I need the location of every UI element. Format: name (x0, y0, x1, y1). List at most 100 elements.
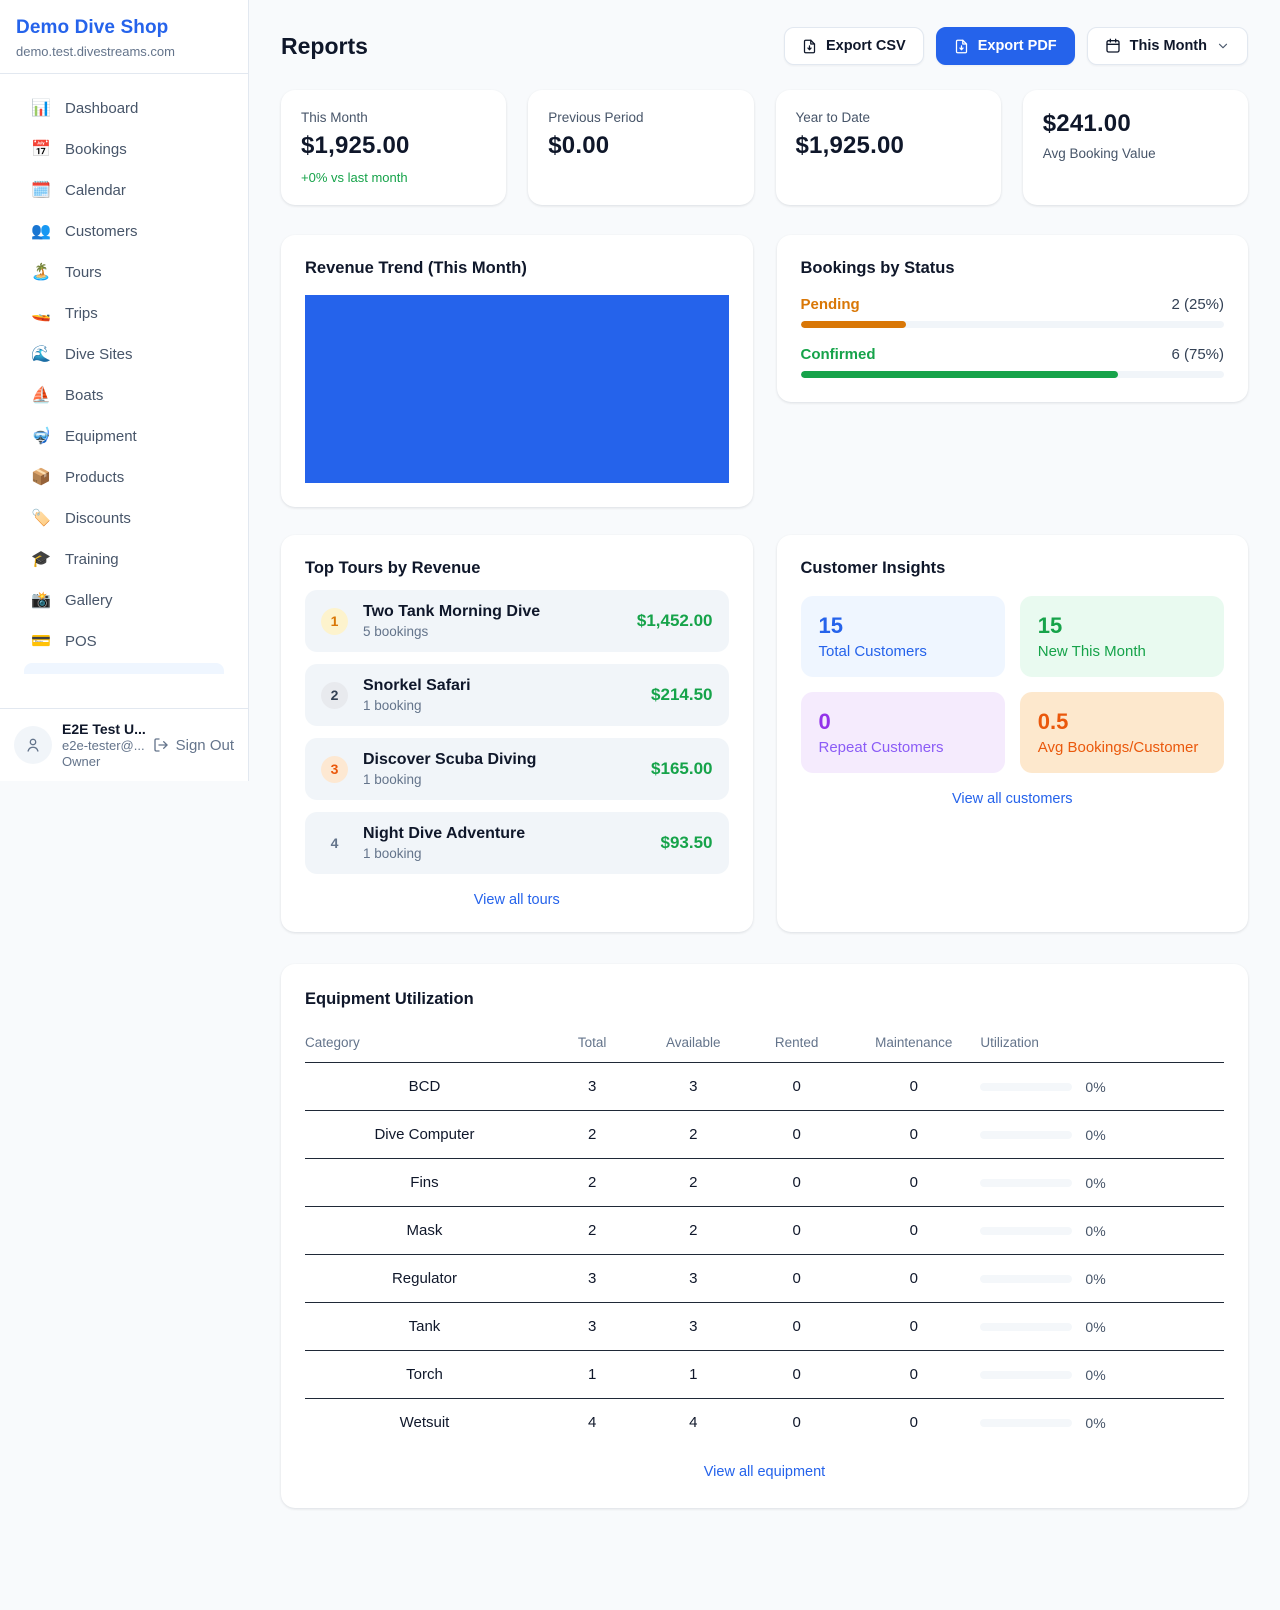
bookings-icon: 📅 (30, 139, 52, 159)
cell-category: Tank (305, 1303, 544, 1351)
status-count: 2 (25%) (1171, 296, 1224, 313)
cell-category: Wetsuit (305, 1399, 544, 1447)
brand-title[interactable]: Demo Dive Shop (16, 17, 232, 39)
stat-label: This Month (301, 110, 486, 125)
top-tours-card: Top Tours by Revenue 1 Two Tank Morning … (281, 535, 753, 932)
sidebar-item-tours[interactable]: 🏝️Tours (12, 252, 236, 292)
trips-icon: 🚤 (30, 303, 52, 323)
tile-total-customers: 15 Total Customers (801, 596, 1005, 677)
sidebar-item-customers[interactable]: 👥 Customers (12, 211, 236, 251)
sidebar-item-training[interactable]: 🎓 Training (12, 539, 236, 579)
sidebar-item-label: Products (65, 469, 124, 486)
tours-icon: 🏝️ (30, 262, 52, 282)
tour-name: Two Tank Morning Dive (363, 603, 622, 621)
cell-available: 3 (640, 1255, 746, 1303)
sidebar-item-gallery[interactable]: 📸Gallery (12, 580, 236, 620)
period-dropdown[interactable]: This Month (1087, 27, 1248, 65)
view-all-tours-link[interactable]: View all tours (305, 892, 729, 908)
bookings-by-status-card: Bookings by Status Pending 2 (25%) Confi… (777, 235, 1249, 402)
tour-amount: $214.50 (651, 685, 712, 705)
cell-rented: 0 (746, 1159, 847, 1207)
table-row: BCD 3 3 0 0 0% (305, 1063, 1224, 1111)
sidebar-item-label: Calendar (65, 182, 126, 199)
sidebar-item-pos[interactable]: 💳POS (12, 621, 236, 661)
sidebar-item-calendar[interactable]: 🗓️Calendar (12, 170, 236, 210)
sidebar-item-boats[interactable]: ⛵Boats (12, 375, 236, 415)
column-header: Available (640, 1025, 746, 1063)
gallery-icon: 📸 (30, 590, 52, 610)
view-all-customers-link[interactable]: View all customers (801, 791, 1225, 807)
tour-name: Snorkel Safari (363, 677, 636, 695)
cell-total: 3 (544, 1255, 640, 1303)
sidebar-item-bookings[interactable]: 📅Bookings (12, 129, 236, 169)
sidebar-item-products[interactable]: 📦 Products (12, 457, 236, 497)
chevron-down-icon (1216, 39, 1230, 53)
tour-bookings: 1 booking (363, 698, 636, 713)
tour-row: 1 Two Tank Morning Dive5 bookings $1,452… (305, 590, 729, 652)
utilization-pct: 0% (1085, 1175, 1105, 1191)
export-csv-button[interactable]: Export CSV (784, 27, 924, 65)
insight-tiles: 15 Total Customers 15 New This Month 0 R… (801, 596, 1225, 773)
utilization-bar (980, 1419, 1072, 1427)
training-icon: 🎓 (30, 549, 52, 569)
file-download-icon (802, 39, 817, 54)
period-label: This Month (1130, 38, 1207, 54)
export-pdf-button[interactable]: Export PDF (936, 27, 1075, 65)
sidebar-item-dive-sites[interactable]: 🌊Dive Sites (12, 334, 236, 374)
tour-amount: $1,452.00 (637, 611, 713, 631)
sidebar-item-label: POS (65, 633, 97, 650)
revenue-trend-title: Revenue Trend (This Month) (305, 259, 729, 278)
view-all-equipment-link[interactable]: View all equipment (305, 1464, 1224, 1480)
calendar-icon (1105, 38, 1121, 54)
tour-name: Discover Scuba Diving (363, 751, 636, 769)
progress-track (801, 321, 1225, 328)
sidebar-item-dashboard[interactable]: 📊Dashboard (12, 88, 236, 128)
column-header: Maintenance (847, 1025, 980, 1063)
logout-icon (153, 737, 169, 753)
cell-rented: 0 (746, 1303, 847, 1351)
file-download-icon (954, 39, 969, 54)
sign-out-label: Sign Out (176, 737, 234, 754)
tour-bookings: 1 booking (363, 846, 646, 861)
utilization-pct: 0% (1085, 1127, 1105, 1143)
cell-maintenance: 0 (847, 1351, 980, 1399)
cell-total: 3 (544, 1063, 640, 1111)
sign-out-button[interactable]: Sign Out (153, 737, 234, 754)
sidebar-item-trips[interactable]: 🚤Trips (12, 293, 236, 333)
sidebar-item-label: Customers (65, 223, 138, 240)
cell-total: 2 (544, 1207, 640, 1255)
tour-amount: $165.00 (651, 759, 712, 779)
boats-icon: ⛵ (30, 385, 52, 405)
customer-insights-card: Customer Insights 15 Total Customers 15 … (777, 535, 1249, 932)
bookings-by-status-title: Bookings by Status (801, 259, 1225, 278)
cell-rented: 0 (746, 1351, 847, 1399)
equipment-utilization-title: Equipment Utilization (305, 990, 1224, 1009)
utilization-pct: 0% (1085, 1367, 1105, 1383)
brand-subdomain: demo.test.divestreams.com (16, 44, 232, 59)
cell-available: 4 (640, 1399, 746, 1447)
utilization-bar (980, 1227, 1072, 1235)
stat-card-previous-period: Previous Period $0.00 (528, 90, 753, 205)
user-info: E2E Test U... e2e-tester@... Owner (62, 721, 143, 769)
utilization-pct: 0% (1085, 1079, 1105, 1095)
customers-icon: 👥 (30, 221, 52, 241)
discounts-icon: 🏷️ (30, 508, 52, 528)
sidebar-item-label: Training (65, 551, 119, 568)
sidebar-item-equipment[interactable]: 🤿Equipment (12, 416, 236, 456)
utilization-pct: 0% (1085, 1319, 1105, 1335)
cell-maintenance: 0 (847, 1303, 980, 1351)
sidebar-item-discounts[interactable]: 🏷️ Discounts (12, 498, 236, 538)
column-header: Rented (746, 1025, 847, 1063)
cell-total: 2 (544, 1159, 640, 1207)
cell-rented: 0 (746, 1063, 847, 1111)
products-icon: 📦 (30, 467, 52, 487)
cell-total: 3 (544, 1303, 640, 1351)
cell-maintenance: 0 (847, 1207, 980, 1255)
status-label: Confirmed (801, 346, 876, 363)
tile-value: 0 (819, 709, 987, 735)
sidebar-item-label: Discounts (65, 510, 131, 527)
cell-category: Regulator (305, 1255, 544, 1303)
status-count: 6 (75%) (1171, 346, 1224, 363)
sidebar-item-reports-partial[interactable] (24, 663, 224, 674)
cell-total: 2 (544, 1111, 640, 1159)
